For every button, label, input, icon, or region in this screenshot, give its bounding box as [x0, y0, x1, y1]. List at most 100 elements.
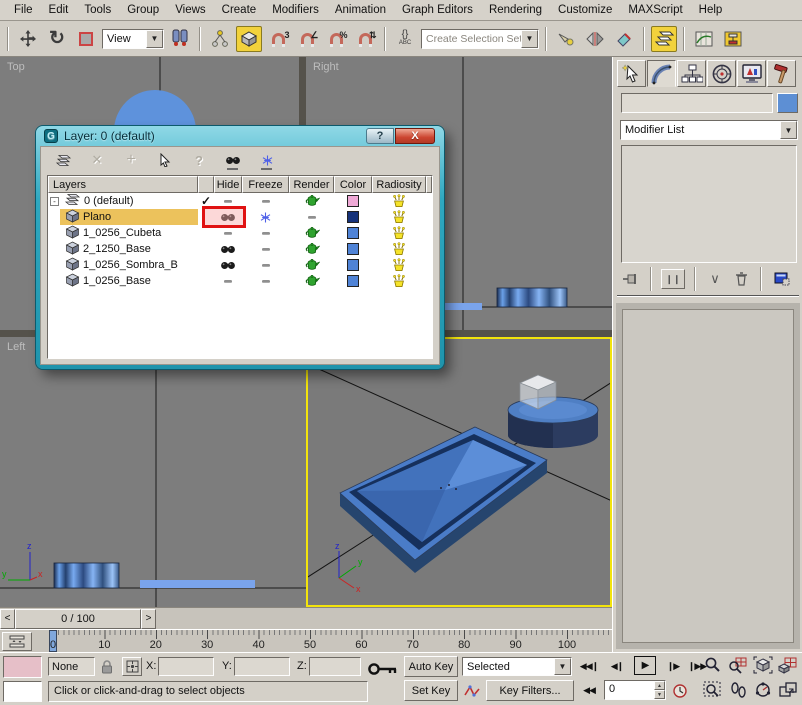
layer-row-1_0256_Sombra_B[interactable]: 1_0256_Sombra_B: [48, 257, 432, 273]
maxscript-mini-listener-pink[interactable]: [3, 656, 42, 678]
layer-grid-header[interactable]: LayersHideFreezeRenderColorRadiosity: [48, 176, 432, 193]
menu-item-customize[interactable]: Customize: [550, 2, 620, 18]
cylinder-object[interactable]: [508, 397, 598, 448]
play-button[interactable]: ▶: [634, 656, 656, 675]
color-cell[interactable]: [334, 193, 372, 209]
render-cell[interactable]: [289, 273, 334, 289]
menu-item-create[interactable]: Create: [214, 2, 265, 18]
dialog-close-button[interactable]: X: [395, 128, 435, 144]
configure-modifier-sets-icon[interactable]: [771, 270, 793, 288]
freeze-cell[interactable]: [242, 193, 289, 209]
menu-item-edit[interactable]: Edit: [41, 2, 77, 18]
layer-name-cell[interactable]: 1_0256_Cubeta: [48, 225, 198, 241]
dropdown-arrow-icon[interactable]: ▼: [521, 30, 538, 48]
time-configuration-icon[interactable]: [670, 681, 690, 700]
menu-item-rendering[interactable]: Rendering: [481, 2, 550, 18]
spinner-snap-toggle-icon[interactable]: ⇅: [352, 26, 378, 52]
key-selection-dropdown[interactable]: Selected ▼: [462, 657, 572, 676]
render-cell[interactable]: [289, 257, 334, 273]
color-cell[interactable]: [334, 241, 372, 257]
tab-modify[interactable]: [647, 60, 676, 87]
column-header-Layers[interactable]: Layers: [48, 176, 198, 193]
menu-item-tools[interactable]: Tools: [76, 2, 119, 18]
key-filters-button[interactable]: Key Filters...: [486, 680, 574, 701]
snaps-toggle-3d-icon[interactable]: [236, 26, 262, 52]
modifier-stack-list[interactable]: [621, 145, 797, 263]
current-layer-cell[interactable]: [198, 257, 214, 273]
tab-hierarchy[interactable]: [677, 60, 706, 87]
show-end-result-icon[interactable]: ❙❙: [661, 269, 685, 289]
tab-display[interactable]: [737, 60, 766, 87]
tray-object[interactable]: [340, 427, 547, 573]
freeze-cell[interactable]: [242, 209, 289, 225]
freeze-cell[interactable]: [242, 257, 289, 273]
menu-item-maxscript[interactable]: MAXScript: [620, 2, 690, 18]
layer-name-cell[interactable]: 1_0256_Base: [48, 273, 198, 289]
track-view-icon[interactable]: [553, 26, 579, 52]
tab-create[interactable]: [617, 60, 646, 87]
default-in-out-tangents-icon[interactable]: [462, 681, 482, 700]
render-cell[interactable]: [289, 193, 334, 209]
y-coord-field[interactable]: [234, 657, 290, 676]
freeze-cell[interactable]: [242, 225, 289, 241]
pan-view-icon[interactable]: [726, 678, 750, 702]
reference-coordinate-system-dropdown[interactable]: View ▼: [102, 29, 164, 49]
layer-name-cell[interactable]: Plano: [48, 209, 198, 225]
select-and-scale-icon[interactable]: [73, 26, 99, 52]
curve-editor-icon[interactable]: [691, 26, 717, 52]
zoom-region-icon[interactable]: [701, 678, 725, 702]
use-pivot-point-center-icon[interactable]: [167, 26, 193, 52]
layer-row-1_0256_Base[interactable]: 1_0256_Base: [48, 273, 432, 289]
menu-item-file[interactable]: File: [6, 2, 41, 18]
viewport-right-label[interactable]: Right: [313, 61, 339, 73]
mirror-icon[interactable]: [582, 26, 608, 52]
select-objects-in-layer-icon[interactable]: [155, 151, 175, 169]
angle-snap-icon[interactable]: ∠: [294, 26, 320, 52]
current-layer-cell[interactable]: [198, 241, 214, 257]
dialog-help-button[interactable]: ?: [366, 128, 394, 144]
menu-item-help[interactable]: Help: [691, 2, 731, 18]
maxscript-mini-listener-white[interactable]: [3, 681, 42, 702]
remove-modifier-icon[interactable]: [731, 270, 751, 288]
menu-item-group[interactable]: Group: [119, 2, 167, 18]
percent-snap-toggle-icon[interactable]: %: [323, 26, 349, 52]
color-cell[interactable]: [334, 225, 372, 241]
zoom-all-icon[interactable]: [726, 653, 750, 677]
go-to-start-button[interactable]: ◀◀❙: [578, 657, 600, 675]
track-bar-ruler[interactable]: 0102030405060708090100: [34, 630, 612, 653]
render-cell[interactable]: [289, 209, 334, 225]
cylinder-side-view[interactable]: [54, 563, 119, 588]
viewport-left[interactable]: Left z y x: [0, 337, 306, 607]
layer-dialog[interactable]: G Layer: 0 (default) ? X ✕+? LayersHideF…: [36, 126, 444, 369]
z-coord-field[interactable]: [309, 657, 361, 676]
layer-manager-icon[interactable]: [651, 26, 677, 52]
tab-utilities[interactable]: [767, 60, 796, 87]
radiosity-cell[interactable]: [372, 273, 426, 289]
radiosity-cell[interactable]: [372, 241, 426, 257]
current-frame-field[interactable]: 0 ▲ ▼: [604, 680, 666, 700]
column-header-Freeze[interactable]: Freeze: [242, 176, 289, 193]
menu-item-modifiers[interactable]: Modifiers: [264, 2, 327, 18]
pin-stack-icon[interactable]: [619, 270, 641, 288]
angle-snap-toggle-icon[interactable]: 3: [265, 26, 291, 52]
maximize-viewport-toggle-icon[interactable]: [776, 678, 800, 702]
layer-name-cell[interactable]: -0 (default): [48, 193, 198, 209]
render-cell[interactable]: [289, 225, 334, 241]
select-and-manipulate-icon[interactable]: [207, 26, 233, 52]
frame-spinner[interactable]: ▲ ▼: [654, 681, 665, 699]
render-cell[interactable]: [289, 241, 334, 257]
time-slider-next-button[interactable]: >: [141, 609, 156, 629]
radiosity-cell[interactable]: [372, 225, 426, 241]
column-header-Color[interactable]: Color: [334, 176, 372, 193]
set-key-button[interactable]: Set Key: [404, 680, 458, 701]
freeze-cell[interactable]: [242, 241, 289, 257]
select-and-rotate-icon[interactable]: ↻: [44, 26, 70, 52]
menu-item-animation[interactable]: Animation: [327, 2, 394, 18]
radiosity-cell[interactable]: [372, 257, 426, 273]
hide-toggle-icon[interactable]: [223, 151, 243, 169]
named-selection-set-dropdown[interactable]: Create Selection Set ▼: [421, 29, 539, 49]
x-coord-field[interactable]: [158, 657, 214, 676]
zoom-icon[interactable]: [701, 653, 725, 677]
dropdown-arrow-icon[interactable]: ▼: [780, 121, 797, 139]
zoom-extents-icon[interactable]: [751, 653, 775, 677]
